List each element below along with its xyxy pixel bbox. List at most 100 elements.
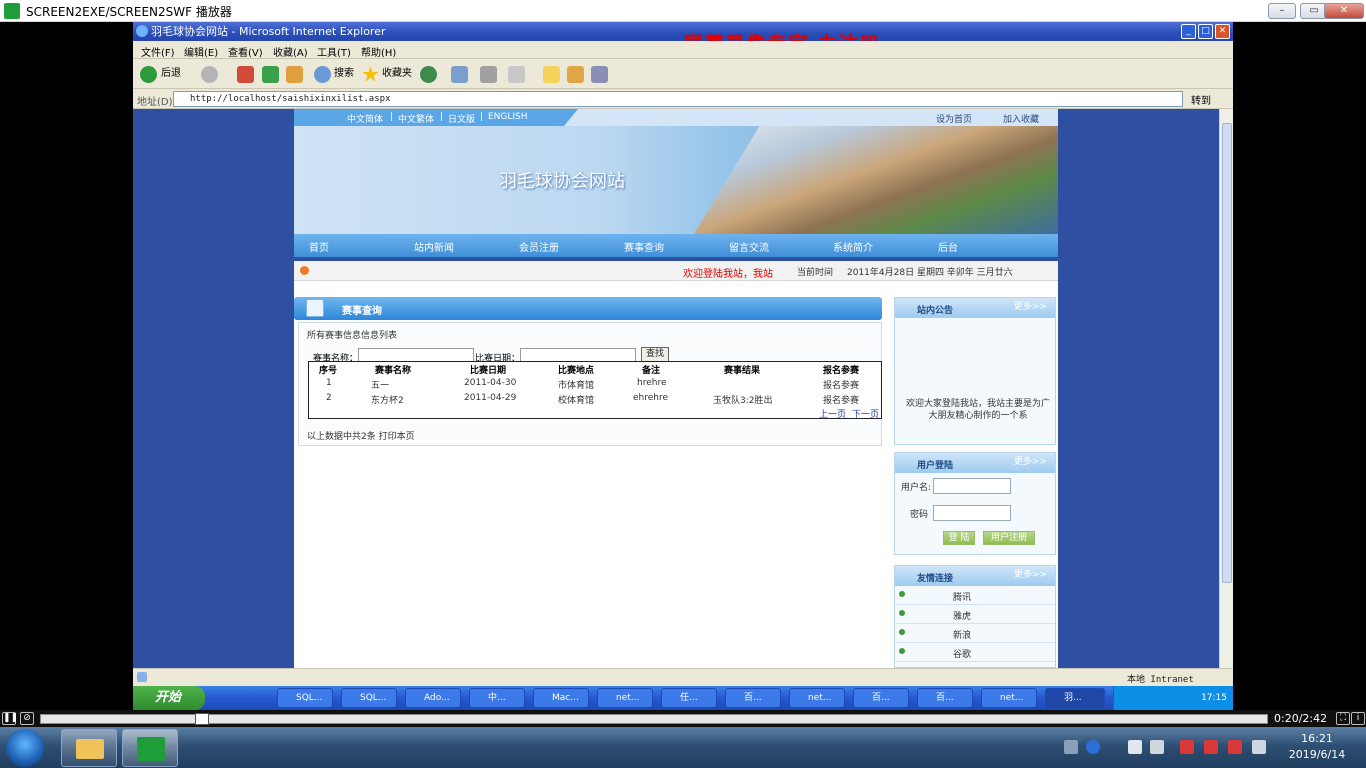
ie-maximize-button[interactable]: □ — [1198, 24, 1213, 39]
lang-japanese[interactable]: 日文版 — [448, 112, 475, 125]
menu-tools[interactable]: 工具(T) — [317, 44, 351, 59]
login-more-link[interactable]: 更多>> — [1014, 454, 1047, 467]
nav-news[interactable]: 站内新闻 — [414, 239, 454, 254]
lang-simplified[interactable]: 中文简体 — [347, 112, 383, 125]
task-button[interactable]: net... — [981, 688, 1037, 708]
password-label: 密码 — [910, 510, 929, 520]
system-clock[interactable]: 16:21 2019/6/14 — [1282, 731, 1352, 763]
edit-icon[interactable] — [508, 66, 525, 83]
back-icon[interactable] — [140, 66, 157, 83]
username-input[interactable] — [933, 478, 1011, 494]
print-icon[interactable] — [480, 66, 497, 83]
screen2exe-taskbar-button[interactable] — [122, 729, 178, 767]
pause-button[interactable]: ❚❚ — [2, 712, 18, 725]
favorites-button-label[interactable]: 收藏夹 — [382, 64, 412, 84]
task-button[interactable]: 中... — [469, 688, 525, 708]
nav-about[interactable]: 系统简介 — [833, 239, 873, 254]
stop-button[interactable]: ⊘ — [20, 712, 34, 725]
row2-name[interactable]: 东方杯2 — [371, 393, 404, 406]
bullet-icon — [899, 610, 905, 616]
menu-favorites[interactable]: 收藏(A) — [273, 44, 308, 59]
menu-file[interactable]: 文件(F) — [141, 44, 175, 59]
keyboard-icon[interactable] — [1064, 740, 1078, 754]
task-button[interactable]: SQL... — [341, 688, 397, 708]
address-input[interactable]: http://localhost/saishixinxilist.aspx — [173, 91, 1183, 107]
link-item[interactable]: 腾讯 — [895, 586, 1055, 605]
links-more-link[interactable]: 更多>> — [1014, 567, 1047, 580]
go-button[interactable]: 转到 — [1191, 92, 1211, 107]
explorer-taskbar-button[interactable] — [61, 729, 117, 767]
task-button[interactable]: Ado... — [405, 688, 461, 708]
nav-match-query[interactable]: 赛事查询 — [624, 239, 664, 254]
nav-home[interactable]: 首页 — [309, 239, 329, 254]
lang-english[interactable]: ENGLISH — [488, 112, 528, 122]
show-hidden-icons[interactable] — [1128, 740, 1142, 754]
messenger-icon[interactable] — [591, 66, 608, 83]
prev-page-link[interactable]: 上一页 — [819, 407, 846, 420]
row1-name[interactable]: 五一 — [371, 378, 389, 391]
nav-member-register[interactable]: 会员注册 — [519, 239, 559, 254]
history-icon[interactable] — [420, 66, 437, 83]
menu-edit[interactable]: 编辑(E) — [184, 44, 218, 59]
login-button[interactable]: 登 陆 — [943, 531, 975, 545]
nav-admin[interactable]: 后台 — [938, 239, 958, 254]
discuss-icon[interactable] — [543, 66, 560, 83]
flag-icon[interactable] — [1228, 740, 1242, 754]
mail-icon[interactable] — [451, 66, 468, 83]
row2-signup-link[interactable]: 报名参赛 — [823, 393, 859, 406]
research-icon[interactable] — [567, 66, 584, 83]
menu-help[interactable]: 帮助(H) — [361, 44, 396, 59]
password-input[interactable] — [933, 505, 1011, 521]
signal-icon[interactable] — [1252, 740, 1266, 754]
link-item[interactable]: 谷歌 — [895, 643, 1055, 662]
task-button[interactable]: 百... — [725, 688, 781, 708]
ie-minimize-button[interactable]: _ — [1181, 24, 1196, 39]
fullscreen-button[interactable]: ⛶ — [1336, 712, 1350, 725]
task-button[interactable]: Mac... — [533, 688, 589, 708]
seek-bar[interactable] — [40, 714, 1268, 724]
security-icon[interactable] — [1180, 740, 1194, 754]
register-button[interactable]: 用户注册 — [983, 531, 1035, 545]
forward-icon[interactable] — [201, 66, 218, 83]
help-icon[interactable] — [1086, 740, 1100, 754]
lang-traditional[interactable]: 中文繁体 — [398, 112, 434, 125]
task-button[interactable]: 百... — [853, 688, 909, 708]
menu-view[interactable]: 查看(V) — [228, 44, 263, 59]
network-icon[interactable] — [1150, 740, 1164, 754]
back-button-label[interactable]: 后退 — [161, 64, 181, 84]
home-icon[interactable] — [286, 66, 303, 83]
search-button[interactable]: 查找 — [641, 347, 669, 362]
task-button[interactable]: SQL... — [277, 688, 333, 708]
search-button-label[interactable]: 搜索 — [334, 64, 354, 84]
favorites-star-icon[interactable] — [362, 66, 379, 82]
task-button[interactable]: 任... — [661, 688, 717, 708]
page-scrollbar[interactable] — [1219, 109, 1233, 668]
ie-close-button[interactable]: ✕ — [1215, 24, 1230, 39]
task-button[interactable]: 百... — [917, 688, 973, 708]
link-item[interactable]: 雅虎 — [895, 605, 1055, 624]
current-time-label: 当前时间 — [797, 268, 834, 278]
refresh-icon[interactable] — [262, 66, 279, 83]
add-favorite-link[interactable]: 加入收藏 — [1003, 112, 1039, 125]
info-button[interactable]: i — [1351, 712, 1365, 725]
set-homepage-link[interactable]: 设为首页 — [936, 112, 972, 125]
task-button[interactable]: net... — [597, 688, 653, 708]
minimize-button[interactable]: – — [1268, 3, 1296, 19]
next-page-link[interactable]: 下一页 — [852, 407, 879, 420]
stop-icon[interactable] — [237, 66, 254, 83]
close-button[interactable]: ✕ — [1324, 3, 1364, 19]
windows-start-orb[interactable] — [6, 729, 44, 767]
task-button[interactable]: net... — [789, 688, 845, 708]
search-icon[interactable] — [314, 66, 331, 83]
task-button-active[interactable]: 羽... — [1045, 688, 1105, 708]
nav-message[interactable]: 留言交流 — [729, 239, 769, 254]
ie-menu-bar: 文件(F) 编辑(E) 查看(V) 收藏(A) 工具(T) 帮助(H) — [133, 41, 1233, 59]
scrollbar-thumb[interactable] — [1222, 123, 1232, 583]
notice-more-link[interactable]: 更多>> — [1014, 299, 1047, 312]
seek-handle[interactable] — [195, 713, 209, 725]
player-title: SCREEN2EXE/SCREEN2SWF 播放器 — [26, 5, 232, 19]
link-item[interactable]: 新浪 — [895, 624, 1055, 643]
volume-icon[interactable] — [1204, 740, 1218, 754]
start-button[interactable]: 开始 — [133, 686, 205, 710]
row1-signup-link[interactable]: 报名参赛 — [823, 378, 859, 391]
